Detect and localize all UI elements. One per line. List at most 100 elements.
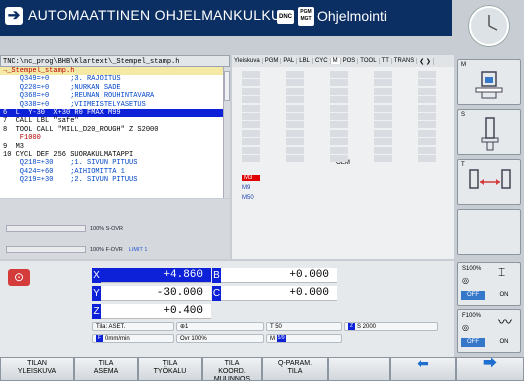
program-line[interactable]: Q349=+0 ;3. RAJOITUS: [0, 75, 230, 83]
program-line[interactable]: 9 M3: [0, 143, 230, 151]
status-cell: [242, 71, 260, 78]
program-line[interactable]: Q220=+0 ;NURKAN SADE: [0, 84, 230, 92]
spindle-override-softkey[interactable]: S100% ⌶ ◎ OFF ON: [457, 262, 521, 306]
status-cell: [374, 87, 392, 95]
status-cell: [418, 96, 436, 104]
program-line[interactable]: Q338=+0 ;VIIMEISTELYASETUS: [0, 101, 230, 109]
axis-x-value: +4.860: [101, 268, 211, 283]
status-cell: [418, 104, 436, 112]
status-cell: [330, 146, 348, 154]
status-cell: [286, 129, 304, 137]
softkey-label: ASEMA: [93, 368, 119, 375]
status-cell: [418, 146, 436, 154]
program-listing[interactable]: →_Stempel_stamp.h Q349=+0 ;3. RAJOITUS Q…: [0, 67, 230, 198]
status-cell: [286, 79, 304, 87]
scroll-thumb[interactable]: [224, 71, 230, 101]
status-cell: [286, 71, 304, 78]
tab-pos[interactable]: POS: [341, 58, 359, 64]
softkey-1[interactable]: TILAN YLEISKUVA: [0, 357, 74, 381]
softkey-label: KOORD.: [218, 368, 246, 375]
tab-lbl[interactable]: LBL: [297, 58, 313, 64]
tab-yleiskuva[interactable]: Yleiskuva: [232, 58, 263, 64]
axis-y-value: -30.000: [101, 286, 211, 301]
tab-cyc[interactable]: CYC: [313, 58, 331, 64]
status-cell: [418, 121, 436, 129]
m-softkey-label: M: [461, 62, 466, 68]
override-panel: 100% S-OVR 100% F-OVR LIMIT 1: [0, 199, 230, 259]
clock-area[interactable]: [455, 0, 524, 54]
program-line[interactable]: F1000: [0, 134, 230, 142]
tool-change-icon: [469, 169, 511, 189]
status-cell: [286, 121, 304, 129]
spindle-icon: [475, 71, 503, 99]
program-line[interactable]: →_Stempel_stamp.h: [0, 67, 230, 76]
dnc-icon[interactable]: DNC: [277, 10, 294, 24]
right-softkey-column: M S T: [454, 55, 524, 259]
tab-tool[interactable]: TOOL: [358, 58, 380, 64]
empty-softkey[interactable]: [457, 209, 521, 255]
program-line[interactable]: Q368=+0 ;REUNAN ROUHINTAVARA: [0, 92, 230, 100]
tab-scroll-arrows[interactable]: ❮ ❯: [417, 57, 434, 65]
s-override-pct: S100%: [462, 266, 482, 272]
s-override-bar: [6, 225, 86, 232]
spindle-icon-small: ⌶: [498, 265, 506, 279]
axis-y-label: Y: [92, 286, 101, 301]
feed-override-softkey[interactable]: F100% 〰 ◎ OFF ON: [457, 309, 521, 353]
softkey-2[interactable]: TILA ASEMA: [74, 357, 138, 381]
program-line[interactable]: 7 CALL LBL "safe": [0, 117, 230, 125]
clock-icon: [469, 6, 509, 46]
program-line[interactable]: Q424=+60 ;AIHIOMITTA 1: [0, 168, 230, 176]
mode-title: AUTOMAATTINEN OHJELMANKULKU: [28, 7, 282, 23]
status-cell: [242, 146, 260, 154]
preset-number: 1: [185, 324, 189, 330]
stop-icon[interactable]: ⊙: [8, 269, 30, 286]
tab-tt[interactable]: TT: [380, 58, 392, 64]
s-off-toggle[interactable]: OFF: [461, 291, 485, 300]
softkey-6[interactable]: [328, 357, 390, 381]
s-on-toggle[interactable]: ON: [492, 291, 516, 300]
m-softkey[interactable]: M: [457, 59, 521, 105]
status-cell: [330, 104, 348, 112]
f-off-toggle[interactable]: OFF: [461, 338, 485, 347]
program-line[interactable]: Q218=+30 ;1. SIVUN PITUUS: [0, 159, 230, 167]
tab-trans[interactable]: TRANS: [392, 58, 418, 64]
program-line[interactable]: 8 TOOL CALL "MILL_D20_ROUGH" Z S2000: [0, 126, 230, 134]
softkey-label: TILA: [98, 360, 114, 367]
program-scrollbar[interactable]: [223, 67, 230, 198]
tab-m[interactable]: M: [330, 58, 341, 64]
status-cell: [242, 113, 260, 120]
softkey-5[interactable]: Q-PARAM. TILA: [262, 357, 328, 381]
status-cell: [330, 113, 348, 120]
softkey-7[interactable]: ⬅: [390, 357, 456, 381]
softkey-4[interactable]: TILA KOORD. MUUNNOS: [202, 357, 262, 381]
mode-header: ➔ AUTOMAATTINEN OHJELMANKULKU DNC PGM MGT…: [0, 0, 452, 36]
pgm-mgt-icon[interactable]: PGM MGT: [298, 7, 314, 26]
softkey-label: TILA: [224, 360, 240, 367]
program-line[interactable]: Q219=+30 ;2. SIVUN PITUUS: [0, 176, 230, 184]
f-override-label: 100% F-OVR: [90, 246, 123, 253]
f-on-toggle[interactable]: ON: [492, 338, 516, 347]
status-cell: [286, 87, 304, 95]
s-override-row: 100% S-OVR: [6, 225, 123, 235]
f-override-pct: F100%: [462, 313, 482, 319]
s-dial-icon: ◎: [462, 276, 469, 285]
t-softkey[interactable]: T: [457, 159, 521, 205]
axis-c-label: C: [212, 286, 221, 301]
tab-pgm[interactable]: PGM: [263, 58, 282, 64]
f-override-row: 100% F-OVR LIMIT 1: [6, 246, 147, 256]
status-cell: [418, 71, 436, 78]
softkey-label: TYÖKALU: [153, 368, 187, 375]
program-line[interactable]: 6 L Y-30 X+30 R0 FMAX M99: [0, 108, 230, 118]
status-cell: [286, 146, 304, 154]
s-softkey[interactable]: S: [457, 109, 521, 155]
softkey-label: Q-PARAM.: [277, 360, 313, 367]
softkey-8[interactable]: ⮕: [456, 357, 524, 381]
status-cell: [418, 79, 436, 87]
mgt-label: MGT: [300, 16, 312, 22]
arrow-right-icon: ➔: [5, 7, 23, 25]
status-cell: [418, 129, 436, 137]
program-line[interactable]: 10 CYCL DEF 256 SUORAKULMATAPPI: [0, 151, 230, 159]
tab-pal[interactable]: PAL: [281, 58, 298, 64]
softkey-3[interactable]: TILA TYÖKALU: [138, 357, 202, 381]
status-cell: [242, 129, 260, 137]
